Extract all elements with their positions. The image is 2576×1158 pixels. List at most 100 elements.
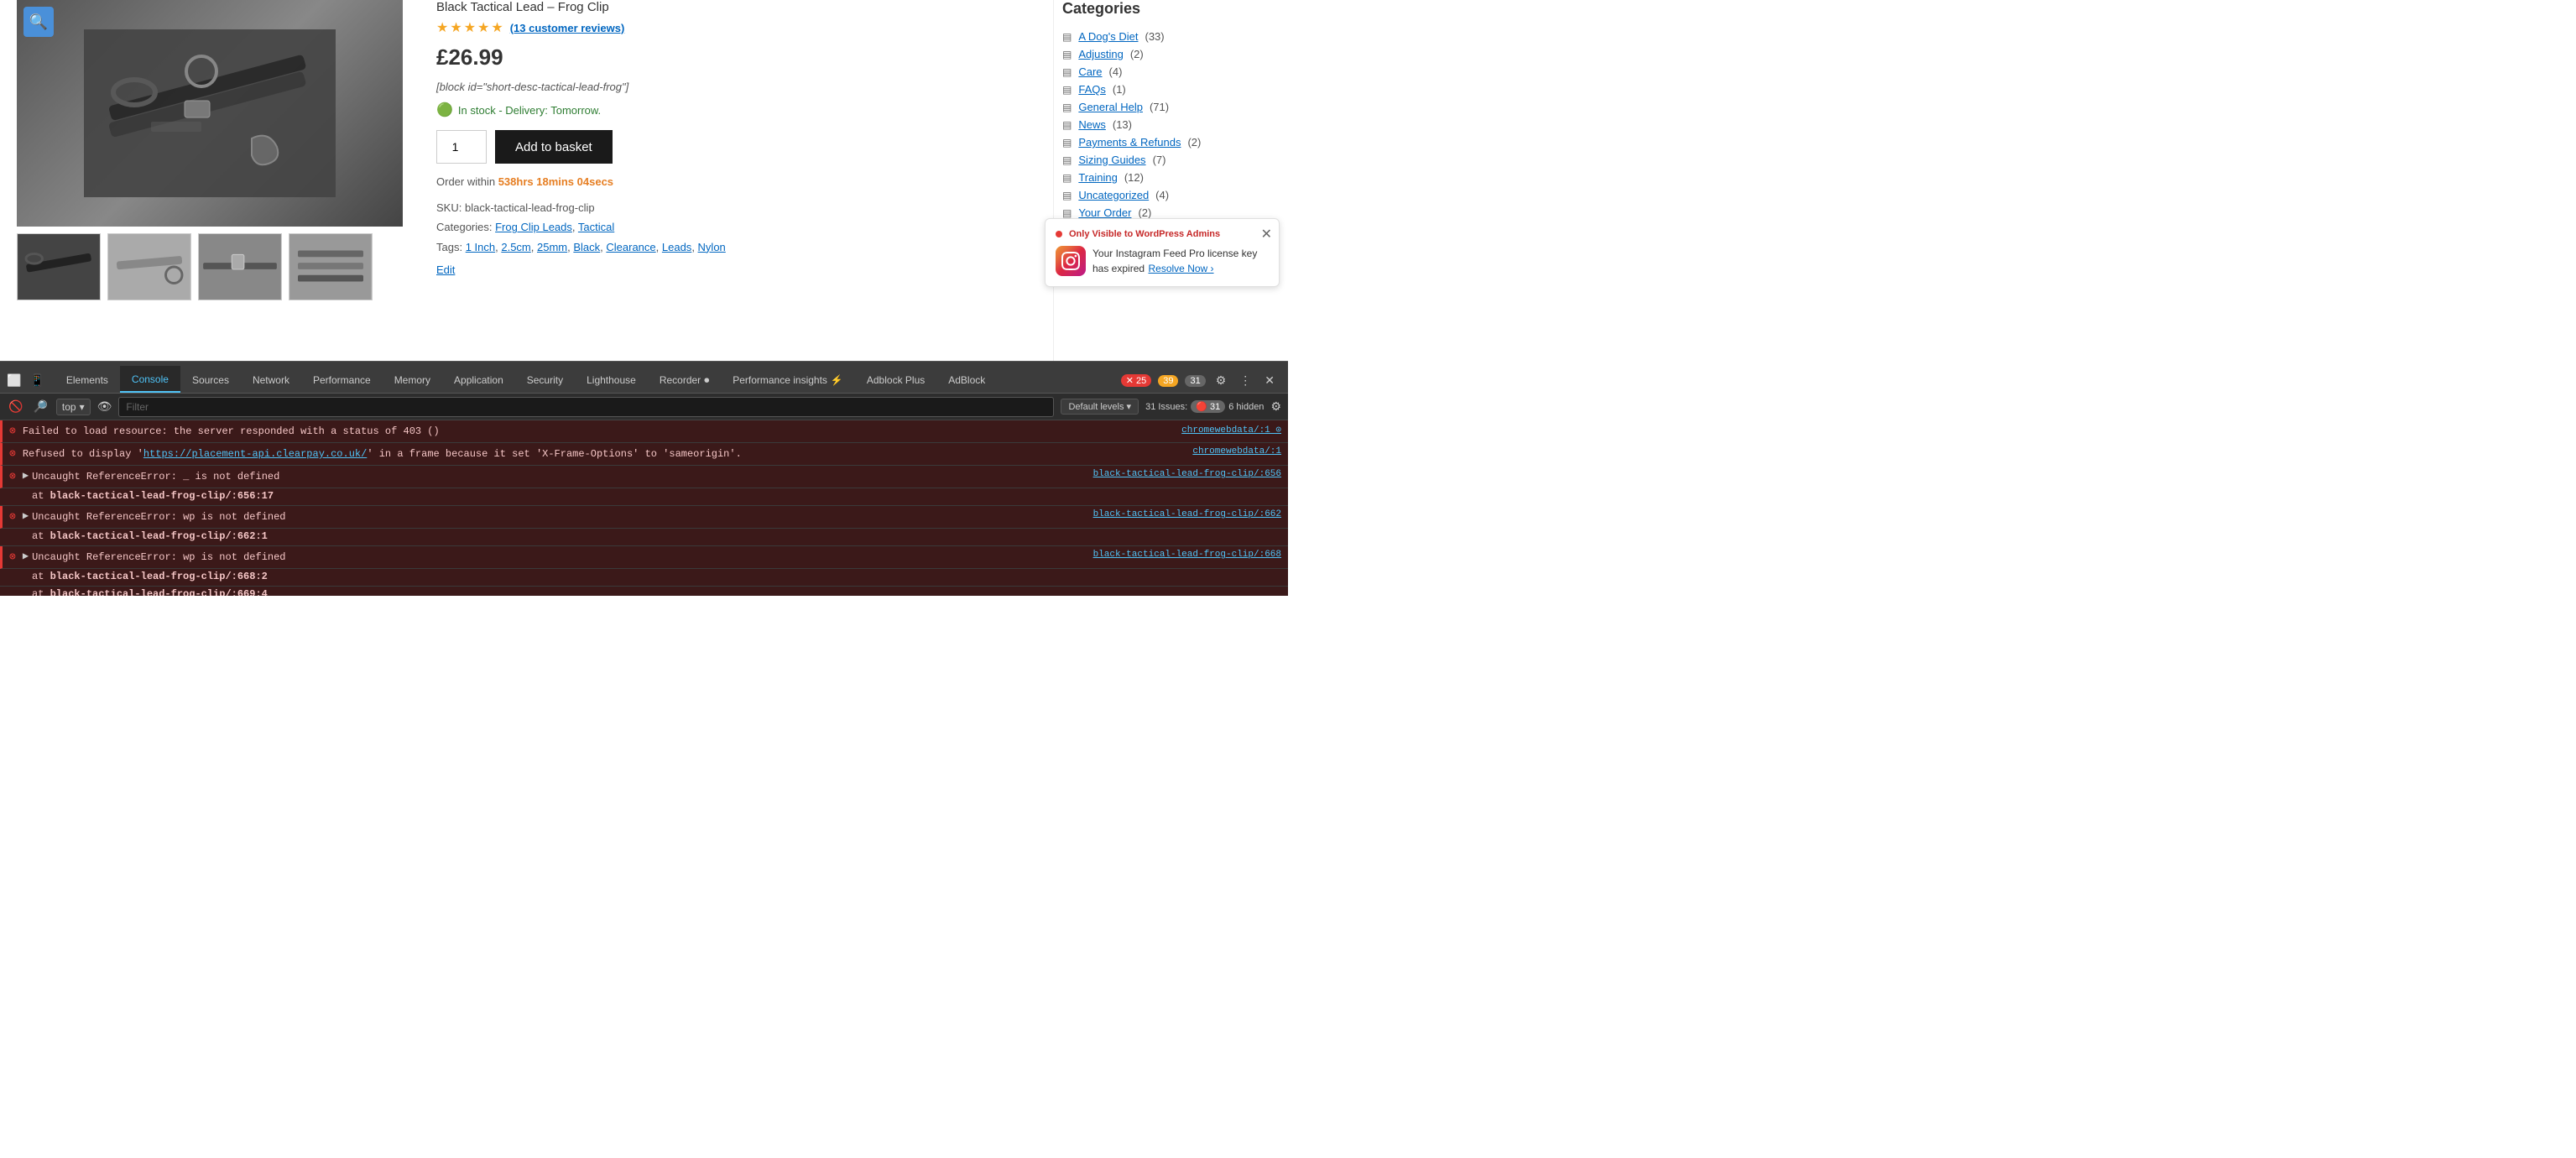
info-badge[interactable]: 31 bbox=[1185, 375, 1205, 387]
category-link-payments[interactable]: Payments & Refunds bbox=[1078, 136, 1181, 149]
quantity-input[interactable] bbox=[436, 130, 487, 164]
sku-line: SKU: black-tactical-lead-frog-clip bbox=[436, 198, 1036, 217]
expand-arrow-4[interactable]: ▶ bbox=[23, 509, 29, 522]
add-to-basket-button[interactable]: Add to basket bbox=[495, 130, 613, 164]
msg-source-1[interactable]: chromewebdata/:1 ⊙ bbox=[1181, 424, 1281, 436]
clearpay-link[interactable]: https://placement-api.clearpay.co.uk/ bbox=[143, 448, 367, 460]
thumbnail-2[interactable] bbox=[107, 233, 191, 300]
devtools-device-icon[interactable]: 📱 bbox=[26, 372, 47, 389]
tab-adblock-label: AdBlock bbox=[948, 374, 985, 386]
cat-link2[interactable]: Tactical bbox=[578, 221, 614, 233]
tag7[interactable]: Nylon bbox=[698, 241, 726, 253]
tag6[interactable]: Leads bbox=[662, 241, 691, 253]
eye-icon[interactable]: 👁 bbox=[97, 399, 112, 414]
category-link-news[interactable]: News bbox=[1078, 118, 1106, 131]
subtext-link-4[interactable]: black-tactical-lead-frog-clip/:662:1 bbox=[50, 530, 268, 542]
tab-adblock-plus[interactable]: Adblock Plus bbox=[855, 366, 936, 393]
zoom-button[interactable]: 🔍 bbox=[23, 7, 54, 37]
category-link-faqs[interactable]: FAQs bbox=[1078, 83, 1106, 96]
thumbnail-1[interactable] bbox=[17, 233, 101, 300]
devtools-inspect-icon[interactable]: ⬜ bbox=[3, 372, 24, 389]
tab-application[interactable]: Application bbox=[442, 366, 515, 393]
issues-settings-icon[interactable]: ⚙ bbox=[1270, 399, 1281, 414]
expand-arrow-5[interactable]: ▶ bbox=[23, 550, 29, 562]
category-item-faqs: ▤ FAQs (1) bbox=[1062, 81, 1263, 98]
recorder-icon: ⏺ bbox=[704, 374, 709, 387]
category-link-care[interactable]: Care bbox=[1078, 65, 1102, 78]
tab-security[interactable]: Security bbox=[515, 366, 575, 393]
category-link-your-order[interactable]: Your Order bbox=[1078, 206, 1131, 219]
console-clear-icon[interactable]: 🚫 bbox=[7, 398, 24, 415]
category-link-sizing[interactable]: Sizing Guides bbox=[1078, 154, 1145, 166]
error-icon-5: ⊗ bbox=[9, 550, 16, 563]
add-to-basket-row: Add to basket bbox=[436, 130, 1036, 164]
tag2[interactable]: 2.5cm bbox=[501, 241, 530, 253]
tab-elements[interactable]: Elements bbox=[55, 366, 120, 393]
context-dropdown[interactable]: top ▾ bbox=[56, 399, 91, 415]
msg-source-3[interactable]: black-tactical-lead-frog-clip/:656 bbox=[1093, 469, 1281, 479]
visible-dot-icon bbox=[1056, 231, 1062, 237]
tab-performance[interactable]: Performance bbox=[301, 366, 383, 393]
cat-link1[interactable]: Frog Clip Leads bbox=[495, 221, 572, 233]
sku-value: black-tactical-lead-frog-clip bbox=[465, 201, 595, 214]
tab-performance-insights[interactable]: Performance insights ⚡ bbox=[721, 366, 855, 393]
category-link-general-help[interactable]: General Help bbox=[1078, 101, 1143, 113]
msg-text-4: Uncaught ReferenceError: wp is not defin… bbox=[32, 509, 1087, 524]
tab-sources-label: Sources bbox=[192, 374, 229, 386]
tag5[interactable]: Clearance bbox=[606, 241, 655, 253]
msg-source-4[interactable]: black-tactical-lead-frog-clip/:662 bbox=[1093, 509, 1281, 519]
popup-body: Your Instagram Feed Pro license key has … bbox=[1056, 246, 1269, 276]
devtools-more-icon[interactable]: ⋮ bbox=[1236, 372, 1254, 389]
info-count: 31 bbox=[1190, 376, 1200, 386]
default-levels-dropdown[interactable]: Default levels ▾ bbox=[1061, 399, 1139, 415]
devtools-close-icon[interactable]: ✕ bbox=[1261, 372, 1278, 389]
reviews-link[interactable]: (13 customer reviews) bbox=[510, 22, 625, 34]
category-link-adjusting[interactable]: Adjusting bbox=[1078, 48, 1123, 60]
count-adjusting: (2) bbox=[1130, 48, 1144, 60]
tab-console[interactable]: Console bbox=[120, 366, 180, 393]
thumbnail-3[interactable] bbox=[198, 233, 282, 300]
subtext-link-3[interactable]: black-tactical-lead-frog-clip/:656:17 bbox=[50, 490, 274, 502]
expand-arrow-3[interactable]: ▶ bbox=[23, 469, 29, 482]
tab-sources[interactable]: Sources bbox=[180, 366, 241, 393]
subtext-link-5a[interactable]: black-tactical-lead-frog-clip/:668:2 bbox=[50, 571, 268, 582]
folder-icon-general-help: ▤ bbox=[1062, 102, 1072, 113]
tag3[interactable]: 25mm bbox=[537, 241, 567, 253]
tab-application-label: Application bbox=[454, 374, 503, 386]
subtext-link-5b[interactable]: black-tactical-lead-frog-clip/:669:4 bbox=[50, 588, 268, 596]
product-meta: SKU: black-tactical-lead-frog-clip Categ… bbox=[436, 198, 1036, 257]
context-label: top bbox=[62, 401, 76, 413]
order-within-label: Order within bbox=[436, 175, 495, 188]
tab-memory[interactable]: Memory bbox=[383, 366, 442, 393]
devtools-settings-icon[interactable]: ⚙ bbox=[1212, 372, 1230, 389]
issues-count[interactable]: 🔴 31 bbox=[1191, 400, 1225, 413]
filter-input[interactable] bbox=[118, 397, 1054, 417]
msg-source-2[interactable]: chromewebdata/:1 bbox=[1192, 446, 1281, 456]
console-msg-1: ⊗ Failed to load resource: the server re… bbox=[0, 420, 1288, 443]
error-icon-1: ⊗ bbox=[9, 425, 16, 437]
category-link-uncategorized[interactable]: Uncategorized bbox=[1078, 189, 1149, 201]
count-general-help: (71) bbox=[1150, 101, 1169, 113]
tag4[interactable]: Black bbox=[573, 241, 600, 253]
error-badge[interactable]: ✕ 25 bbox=[1121, 374, 1151, 387]
warning-badge[interactable]: 39 bbox=[1158, 375, 1178, 387]
msg-source-5[interactable]: black-tactical-lead-frog-clip/:668 bbox=[1093, 550, 1281, 560]
block-id: [block id="short-desc-tactical-lead-frog… bbox=[436, 81, 1036, 93]
popup-close-button[interactable]: ✕ bbox=[1261, 226, 1272, 243]
folder-icon-faqs: ▤ bbox=[1062, 84, 1072, 96]
console-filter-icon[interactable]: 🔎 bbox=[31, 398, 49, 415]
tab-recorder[interactable]: Recorder ⏺ bbox=[648, 366, 721, 393]
thumbnail-4[interactable] bbox=[289, 233, 373, 300]
tab-adblock-plus-label: Adblock Plus bbox=[867, 374, 925, 386]
tab-adblock[interactable]: AdBlock bbox=[936, 366, 997, 393]
category-item-sizing: ▤ Sizing Guides (7) bbox=[1062, 151, 1263, 169]
category-link-dogs-diet[interactable]: A Dog's Diet bbox=[1078, 30, 1138, 43]
msg-subtext-4: at black-tactical-lead-frog-clip/:662:1 bbox=[0, 529, 1288, 546]
tab-lighthouse[interactable]: Lighthouse bbox=[575, 366, 648, 393]
edit-link[interactable]: Edit bbox=[436, 263, 1036, 276]
resolve-link[interactable]: Resolve Now › bbox=[1149, 263, 1214, 274]
error-icon-4: ⊗ bbox=[9, 510, 16, 523]
tab-network[interactable]: Network bbox=[241, 366, 301, 393]
category-link-training[interactable]: Training bbox=[1078, 171, 1117, 184]
tag1[interactable]: 1 Inch bbox=[466, 241, 495, 253]
